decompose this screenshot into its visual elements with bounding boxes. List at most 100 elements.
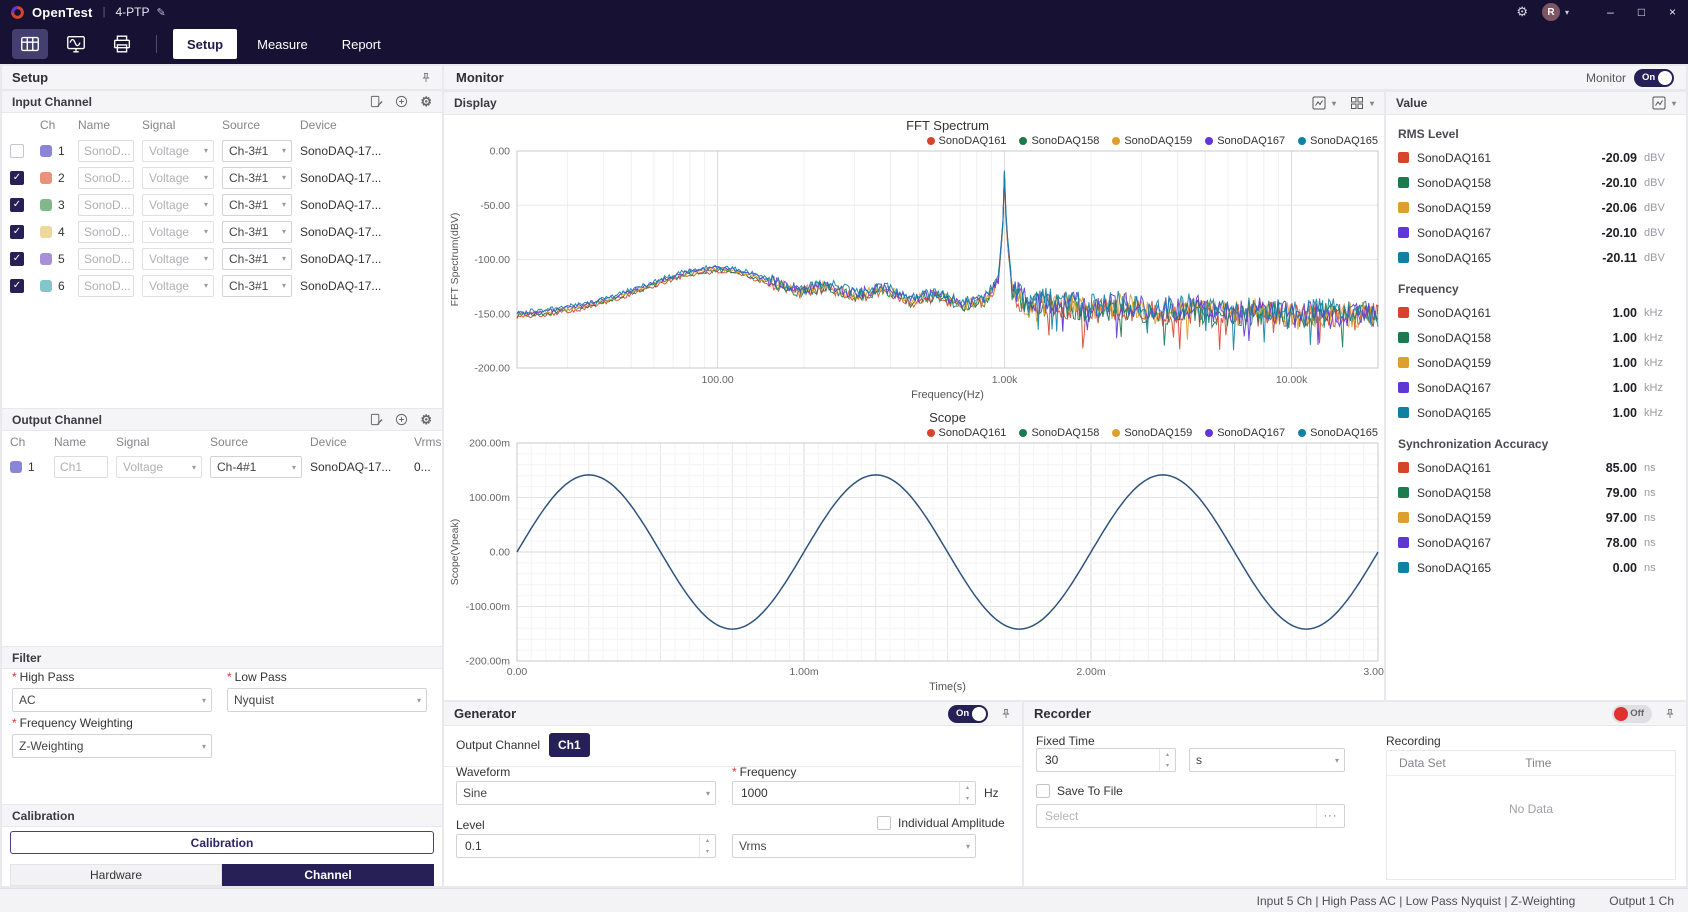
monitor-toggle[interactable]: On [1634, 69, 1674, 87]
stepper-up-icon[interactable]: ▴ [700, 835, 715, 846]
nav-tab-report[interactable]: Report [328, 29, 395, 59]
avatar-caret-icon[interactable]: ▾ [1565, 8, 1569, 17]
monitor-header: Monitor Monitor On [444, 66, 1686, 90]
avatar[interactable]: R [1542, 3, 1560, 21]
calibration-button[interactable]: Calibration [10, 831, 434, 854]
stepper-down-icon[interactable]: ▾ [700, 846, 715, 857]
channel-enable-checkbox[interactable]: ✓ [10, 252, 24, 266]
signal-select[interactable]: Voltage▾ [142, 248, 214, 270]
high-pass-select[interactable]: AC ▾ [12, 688, 212, 712]
channel-name-input[interactable]: SonoD... [78, 194, 134, 216]
source-select[interactable]: Ch-3#1▾ [222, 275, 292, 297]
legend-item[interactable]: SonoDAQ159 [1112, 427, 1192, 439]
stepper-down-icon[interactable]: ▾ [1160, 760, 1175, 771]
channel-settings-gear-icon[interactable]: ⚙ [420, 413, 432, 426]
channel-enable-checkbox[interactable] [10, 144, 24, 158]
channel-name-input[interactable]: SonoD... [78, 221, 134, 243]
save-file-input[interactable]: Select ··· [1036, 804, 1345, 828]
legend-item[interactable]: SonoDAQ158 [1019, 135, 1099, 147]
legend-item[interactable]: SonoDAQ167 [1205, 427, 1285, 439]
edit-channels-icon[interactable] [370, 95, 383, 108]
level-unit-select[interactable]: Vrms ▾ [732, 834, 976, 858]
pin-icon[interactable] [1664, 708, 1676, 720]
stepper-up-icon[interactable]: ▴ [1160, 749, 1175, 760]
close-button[interactable]: × [1657, 0, 1688, 24]
source-select[interactable]: Ch-3#1▾ [222, 140, 292, 162]
hardware-button[interactable]: Hardware [10, 864, 222, 886]
edit-project-icon[interactable]: ✎ [156, 6, 165, 19]
checkbox-cell: ✓ [10, 171, 40, 185]
nav-tab-measure[interactable]: Measure [243, 29, 322, 59]
chart-type-dropdown[interactable]: ▾ [1312, 96, 1336, 110]
source-select[interactable]: Ch-4#1▾ [210, 456, 302, 478]
legend-item[interactable]: SonoDAQ161 [927, 427, 1007, 439]
channel-name-input[interactable]: SonoD... [78, 140, 134, 162]
minimize-button[interactable]: – [1595, 0, 1626, 24]
save-to-file-checkbox[interactable] [1036, 784, 1050, 798]
channel-enable-checkbox[interactable]: ✓ [10, 171, 24, 185]
layout-grid-dropdown[interactable]: ▾ [1350, 96, 1374, 110]
waveform-select[interactable]: Sine ▾ [456, 781, 716, 805]
level-stepper[interactable]: ▴ ▾ [699, 835, 715, 857]
generator-title: Generator [454, 706, 516, 721]
legend-item[interactable]: SonoDAQ165 [1298, 427, 1378, 439]
legend-item[interactable]: SonoDAQ167 [1205, 135, 1285, 147]
recorder-toggle[interactable]: Off [1612, 705, 1652, 723]
level-input[interactable]: 0.1 ▴ ▾ [456, 834, 716, 858]
channel-name-input[interactable]: SonoD... [78, 275, 134, 297]
signal-select[interactable]: Voltage▾ [116, 456, 202, 478]
source-select[interactable]: Ch-3#1▾ [222, 248, 292, 270]
caret-down-icon: ▾ [204, 281, 208, 290]
add-channel-icon[interactable] [395, 413, 408, 426]
edit-channels-icon[interactable] [370, 413, 383, 426]
source-select[interactable]: Ch-3#1▾ [222, 167, 292, 189]
channel-enable-checkbox[interactable]: ✓ [10, 225, 24, 239]
pin-icon[interactable] [1000, 708, 1012, 720]
maximize-button[interactable]: □ [1626, 0, 1657, 24]
channel-name-input[interactable]: SonoD... [78, 248, 134, 270]
signal-select[interactable]: Voltage▾ [142, 221, 214, 243]
legend-item[interactable]: SonoDAQ161 [927, 135, 1007, 147]
frequency-weighting-select[interactable]: Z-Weighting ▾ [12, 734, 212, 758]
measurement-value: -20.10 [1602, 176, 1637, 190]
value-chart-dropdown[interactable]: ▾ [1652, 96, 1676, 110]
pin-icon[interactable] [420, 72, 432, 84]
legend-item[interactable]: SonoDAQ165 [1298, 135, 1378, 147]
source-select[interactable]: Ch-3#1▾ [222, 194, 292, 216]
channel-enable-checkbox[interactable]: ✓ [10, 198, 24, 212]
source-select[interactable]: Ch-3#1▾ [222, 221, 292, 243]
individual-amplitude-checkbox[interactable] [877, 816, 891, 830]
frequency-input[interactable]: 1000 ▴ ▾ [732, 781, 976, 805]
settings-gear-icon[interactable]: ⚙ [1516, 4, 1528, 20]
channel-settings-gear-icon[interactable]: ⚙ [420, 95, 432, 108]
fixed-time-input[interactable]: 30 ▴ ▾ [1036, 748, 1176, 772]
nav-tab-setup[interactable]: Setup [173, 29, 237, 59]
signal-select[interactable]: Voltage▾ [142, 140, 214, 162]
generator-ch1-button[interactable]: Ch1 [549, 733, 590, 757]
frequency-stepper[interactable]: ▴ ▾ [959, 782, 975, 804]
name-cell: SonoD... [78, 221, 142, 243]
browse-file-button[interactable]: ··· [1316, 805, 1344, 827]
channel-enable-checkbox[interactable]: ✓ [10, 279, 24, 293]
generator-toggle[interactable]: On [948, 705, 988, 723]
nav-tabs: SetupMeasureReport [173, 29, 401, 59]
signal-select[interactable]: Voltage▾ [142, 167, 214, 189]
nav-channel-grid-icon-button[interactable] [12, 29, 48, 59]
channel-button[interactable]: Channel [222, 864, 434, 886]
stepper-down-icon[interactable]: ▾ [960, 793, 975, 804]
time-unit-select[interactable]: s ▾ [1189, 748, 1345, 772]
legend-item[interactable]: SonoDAQ158 [1019, 427, 1099, 439]
signal-select[interactable]: Voltage▾ [142, 194, 214, 216]
stepper-up-icon[interactable]: ▴ [960, 782, 975, 793]
channel-name-input[interactable]: SonoD... [78, 167, 134, 189]
legend-item[interactable]: SonoDAQ159 [1112, 135, 1192, 147]
signal-select[interactable]: Voltage▾ [142, 275, 214, 297]
add-channel-icon[interactable] [395, 95, 408, 108]
low-pass-select[interactable]: Nyquist ▾ [227, 688, 427, 712]
fixed-time-stepper[interactable]: ▴ ▾ [1159, 749, 1175, 771]
nav-printer-icon-button[interactable] [104, 29, 140, 59]
titlebar: OpenTest | 4-PTP ✎ ⚙ R ▾ – □ × [0, 0, 1688, 24]
legend-series-name: SonoDAQ158 [1031, 427, 1099, 439]
channel-name-input[interactable]: Ch1 [54, 456, 108, 478]
nav-scope-icon-button[interactable] [58, 29, 94, 59]
